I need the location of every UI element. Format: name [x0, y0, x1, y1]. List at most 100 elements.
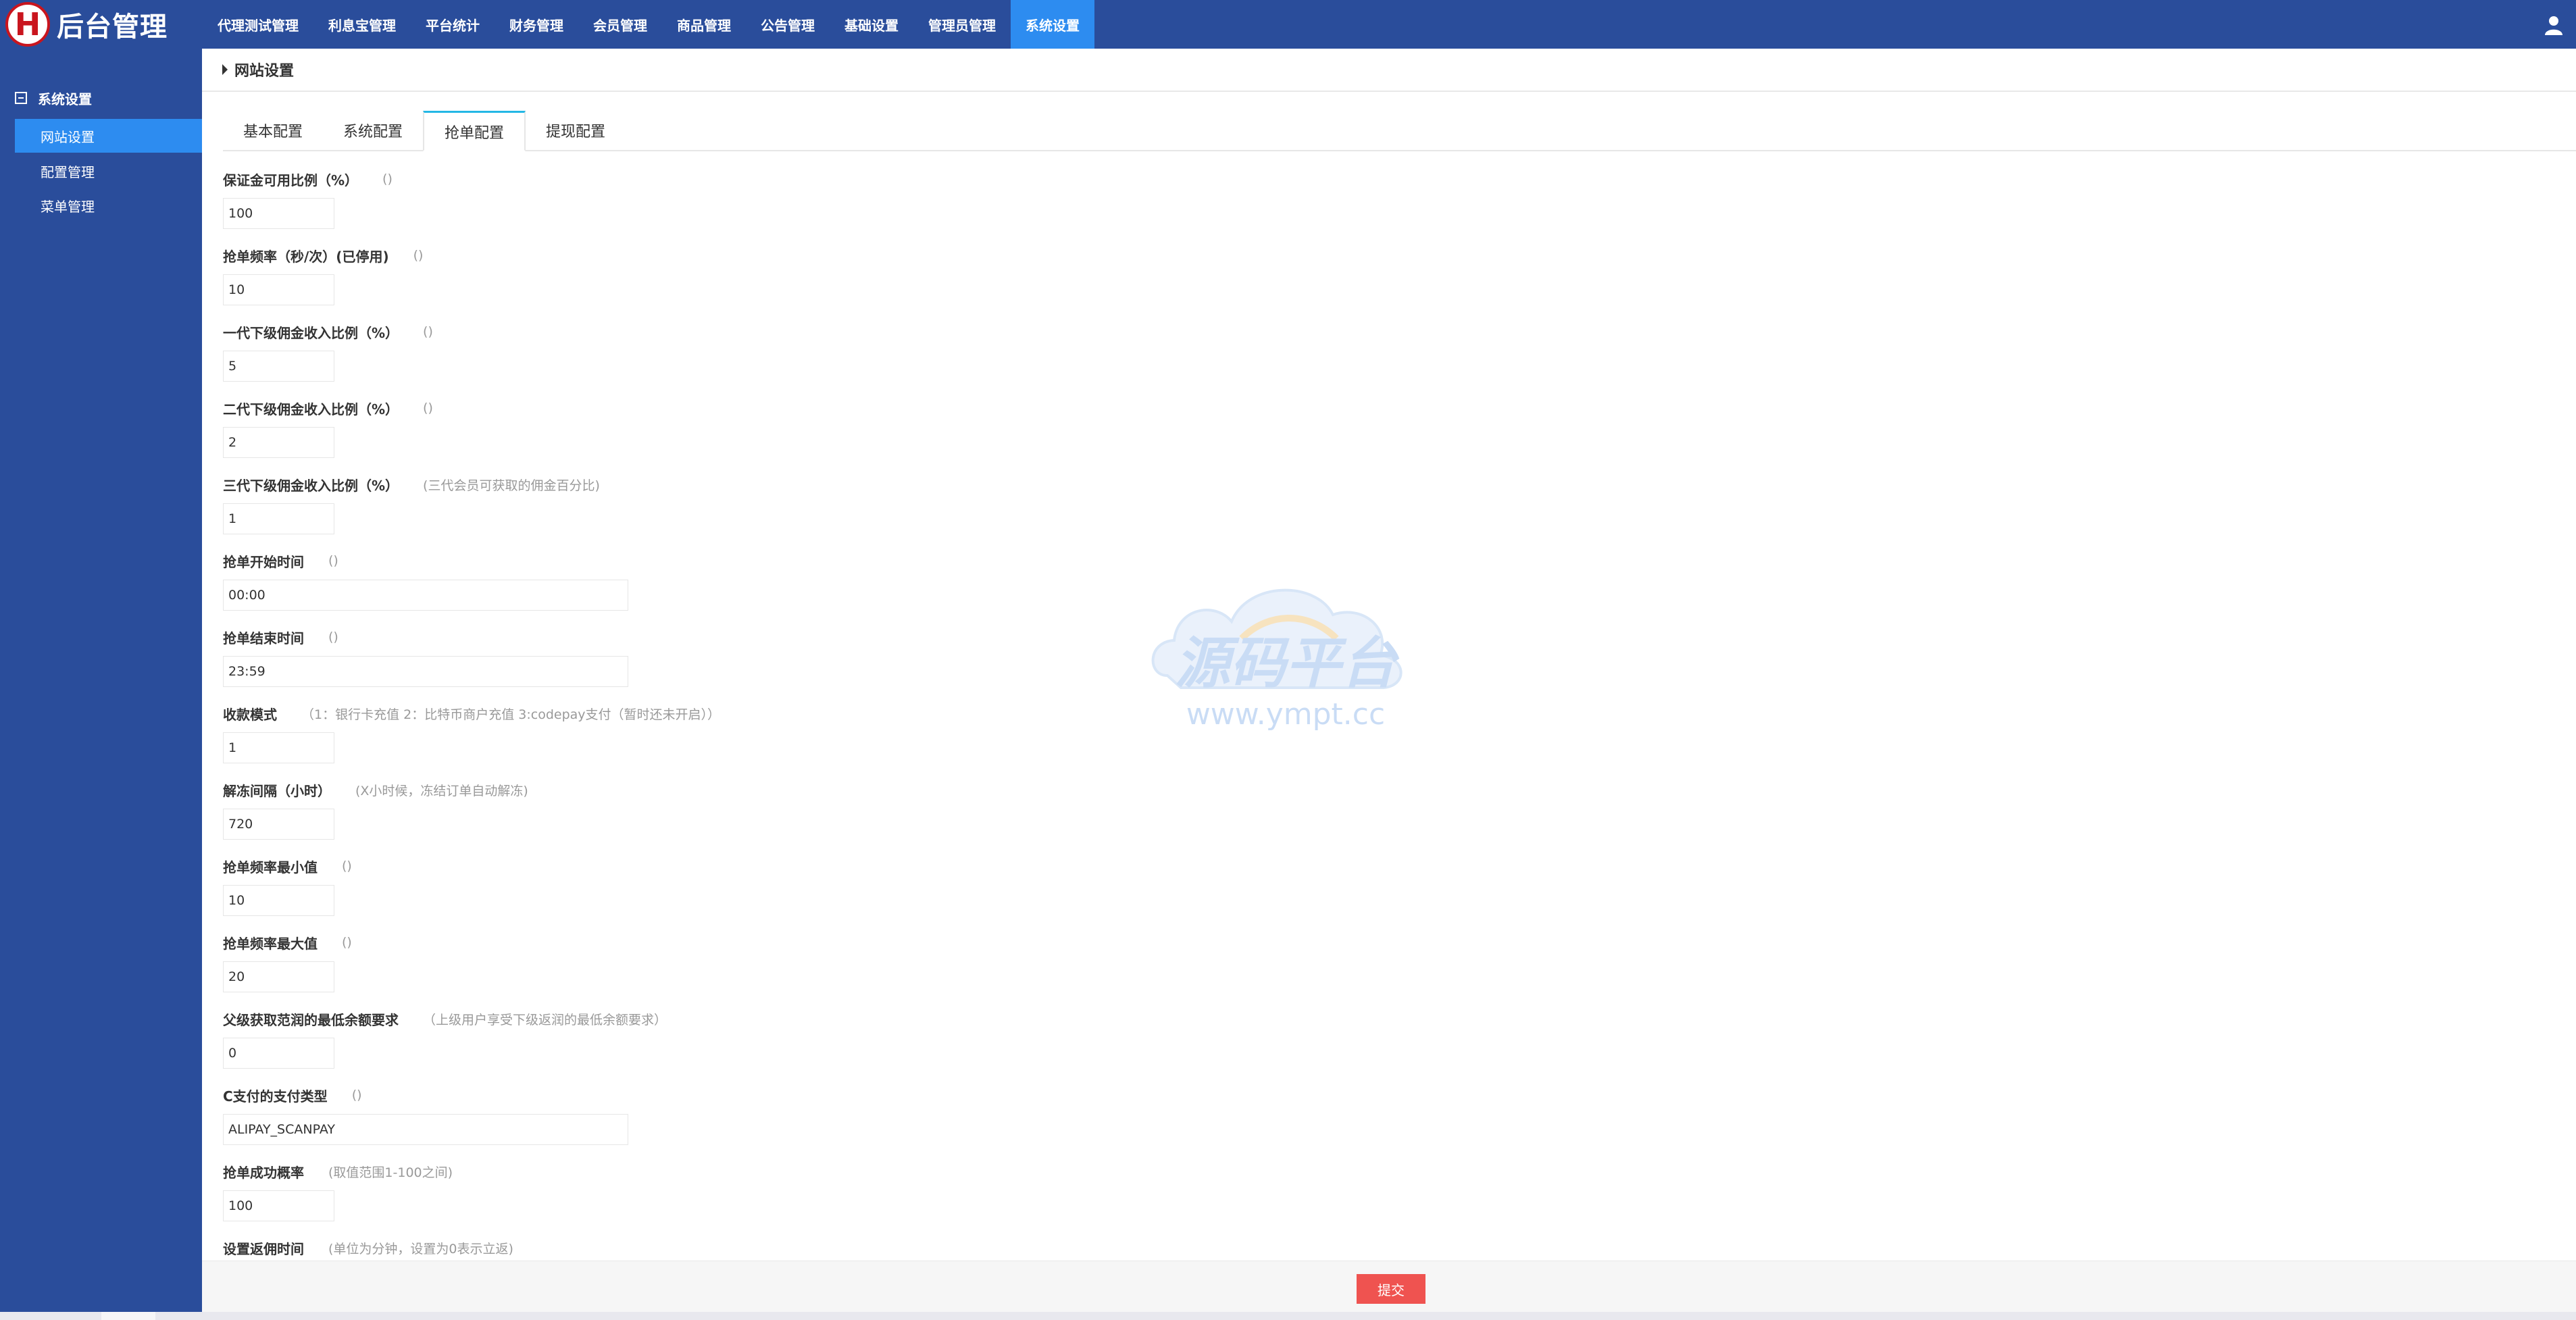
field-input[interactable] [223, 1190, 334, 1221]
field-input[interactable] [223, 503, 334, 534]
field-hint: () [351, 1088, 362, 1102]
breadcrumb: 网站设置 [202, 49, 2576, 92]
top-nav: 代理测试管理 利息宝管理 平台统计 财务管理 会员管理 商品管理 公告管理 基础设置 管理员管理… [203, 0, 1094, 49]
field-label-row: 抢单频率最小值 () [223, 853, 352, 880]
nav-item-8[interactable]: 管理员管理 [913, 0, 1011, 49]
page-title: 网站设置 [234, 63, 295, 80]
field-label-row: 解冻间隔（小时） (X小时候，冻结订单自动解冻) [223, 776, 528, 803]
field-label-row: 一代下级佣金收入比例（%） () [223, 318, 433, 345]
field-hint: () [328, 553, 338, 568]
form-field: 二代下级佣金收入比例（%） () [223, 395, 433, 458]
field-input[interactable] [223, 1038, 334, 1069]
sidebar-item-label: 配置管理 [41, 163, 95, 180]
field-hint: (取值范围1-100之间) [328, 1165, 453, 1180]
sidebar: 系统设置 网站设置 配置管理 菜单管理 [0, 49, 202, 1319]
field-input[interactable] [223, 732, 334, 763]
minus-square-icon[interactable] [15, 92, 27, 104]
field-label-row: 收款模式 （1：银行卡充值 2：比特币商户充值 3:codepay支付（暂时还未开… [223, 700, 720, 727]
submit-button[interactable]: 提交 [1357, 1274, 1425, 1304]
watermark-text: 源码平台 [1175, 632, 1400, 696]
form-field: C支付的支付类型 () [223, 1082, 628, 1145]
status-strip-segment [101, 1312, 155, 1320]
nav-item-2[interactable]: 平台统计 [411, 0, 495, 49]
sidebar-item-website-settings[interactable]: 网站设置 [15, 119, 202, 153]
user-icon[interactable] [2544, 15, 2564, 35]
field-hint: () [342, 859, 352, 873]
field-label-row: 抢单结束时间 () [223, 624, 338, 651]
sidebar-group-system-settings[interactable]: 系统设置 [0, 85, 202, 111]
form-field: 解冻间隔（小时） (X小时候，冻结订单自动解冻) [223, 776, 528, 840]
window-status-strip [0, 1312, 2576, 1320]
field-input[interactable] [223, 961, 334, 992]
form-field: 父级获取范润的最低余额要求 （上级用户享受下级返润的最低余额要求） [223, 1005, 667, 1069]
field-label-row: 保证金可用比例（%） () [223, 166, 393, 193]
nav-item-3[interactable]: 财务管理 [495, 0, 578, 49]
field-input[interactable] [223, 580, 628, 611]
field-label-row: C支付的支付类型 () [223, 1082, 362, 1109]
field-input[interactable] [223, 656, 628, 687]
sidebar-item-label: 菜单管理 [41, 198, 95, 215]
tab-0[interactable]: 基本配置 [223, 111, 323, 150]
field-label: 收款模式 [223, 706, 277, 723]
field-hint: () [423, 401, 433, 415]
field-input[interactable] [223, 351, 334, 382]
field-hint: (单位为分钟，设置为0表示立返) [328, 1241, 513, 1256]
field-label-row: 抢单开始时间 () [223, 547, 338, 574]
form-field: 三代下级佣金收入比例（%） (三代会员可获取的佣金百分比) [223, 471, 600, 534]
field-label-row: 抢单频率（秒/次）(已停用) () [223, 242, 423, 269]
field-input[interactable] [223, 274, 334, 305]
field-label: 保证金可用比例（%） [223, 172, 359, 188]
watermark-url: www.ympt.cc [1186, 697, 1385, 732]
field-label: 抢单频率（秒/次）(已停用) [223, 248, 389, 265]
sidebar-item-menu-management[interactable]: 菜单管理 [15, 188, 202, 222]
nav-item-4[interactable]: 会员管理 [578, 0, 662, 49]
nav-item-5[interactable]: 商品管理 [662, 0, 746, 49]
field-label: 抢单频率最大值 [223, 935, 318, 952]
field-label: 父级获取范润的最低余额要求 [223, 1011, 399, 1028]
nav-item-1[interactable]: 利息宝管理 [313, 0, 411, 49]
form-field: 抢单成功概率 (取值范围1-100之间) [223, 1158, 453, 1221]
logo-letter: H [14, 6, 41, 43]
form-field: 抢单频率（秒/次）(已停用) () [223, 242, 423, 305]
form-field: 抢单开始时间 () [223, 547, 628, 611]
form-field: 收款模式 （1：银行卡充值 2：比特币商户充值 3:codepay支付（暂时还未开… [223, 700, 720, 763]
field-input[interactable] [223, 1114, 628, 1145]
app-logo[interactable]: H 后台管理 [5, 1, 168, 47]
field-input[interactable] [223, 885, 334, 916]
nav-item-0[interactable]: 代理测试管理 [203, 0, 313, 49]
nav-item-6[interactable]: 公告管理 [746, 0, 830, 49]
field-hint: (三代会员可获取的佣金百分比) [423, 478, 600, 493]
field-hint: () [382, 172, 393, 186]
field-label-row: 二代下级佣金收入比例（%） () [223, 395, 433, 422]
field-label: 三代下级佣金收入比例（%） [223, 477, 399, 494]
sidebar-group-label: 系统设置 [38, 91, 92, 107]
field-hint: （上级用户享受下级返润的最低余额要求） [423, 1012, 667, 1027]
field-label-row: 抢单频率最大值 () [223, 929, 352, 956]
field-label: C支付的支付类型 [223, 1088, 328, 1105]
app-title: 后台管理 [57, 11, 168, 43]
form-field: 抢单频率最小值 () [223, 853, 352, 916]
field-label: 设置返佣时间 [223, 1240, 304, 1257]
nav-item-9[interactable]: 系统设置 [1011, 0, 1094, 49]
field-input[interactable] [223, 427, 334, 458]
sidebar-item-config-management[interactable]: 配置管理 [15, 154, 202, 188]
field-label-row: 设置返佣时间 (单位为分钟，设置为0表示立返) [223, 1234, 513, 1261]
top-navigation-bar: H 后台管理 代理测试管理 利息宝管理 平台统计 财务管理 会员管理 商品管理 公告管理 基础… [0, 0, 2576, 49]
field-label-row: 三代下级佣金收入比例（%） (三代会员可获取的佣金百分比) [223, 471, 600, 498]
field-label: 抢单频率最小值 [223, 859, 318, 875]
nav-item-7[interactable]: 基础设置 [830, 0, 913, 49]
field-label: 一代下级佣金收入比例（%） [223, 324, 399, 341]
field-hint: () [413, 248, 424, 263]
logo-mark-icon: H [5, 2, 50, 47]
field-label: 抢单结束时间 [223, 630, 304, 646]
tab-bar: 基本配置 系统配置 抢单配置 提现配置 [223, 111, 2576, 151]
field-label-row: 抢单成功概率 (取值范围1-100之间) [223, 1158, 453, 1185]
tab-2[interactable]: 抢单配置 [423, 111, 526, 151]
field-input[interactable] [223, 198, 334, 229]
field-hint: （1：银行卡充值 2：比特币商户充值 3:codepay支付（暂时还未开启）） [301, 707, 721, 722]
tab-1[interactable]: 系统配置 [323, 111, 423, 150]
sidebar-item-label: 网站设置 [41, 128, 95, 145]
field-input[interactable] [223, 809, 334, 840]
tab-3[interactable]: 提现配置 [526, 111, 626, 150]
field-label: 解冻间隔（小时） [223, 782, 331, 799]
